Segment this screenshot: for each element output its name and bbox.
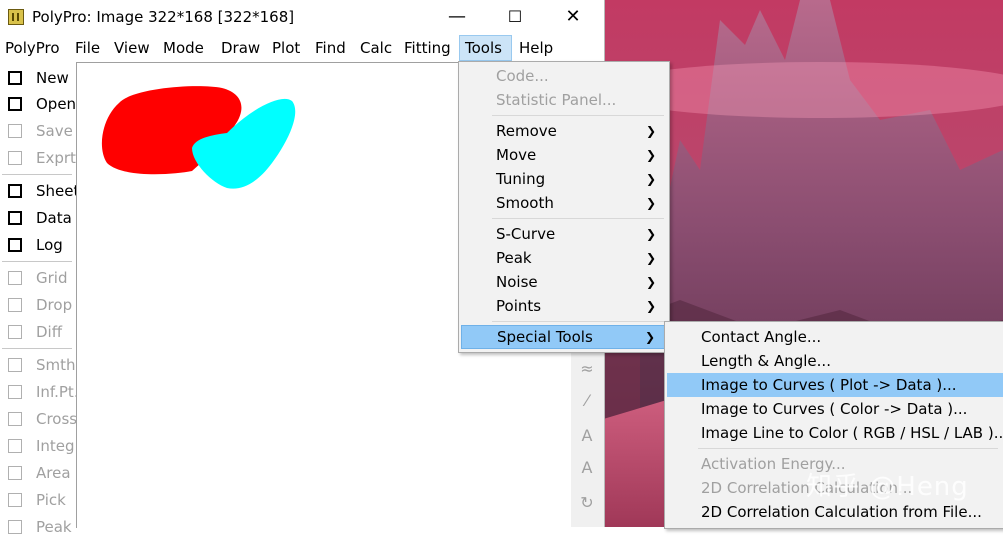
- menu-mode[interactable]: Mode: [158, 35, 209, 61]
- toolbar-smooth-button[interactable]: Smth: [4, 353, 76, 377]
- menu-item-peak[interactable]: Peak ❯: [461, 246, 666, 270]
- line-tool-icon[interactable]: ⁄: [576, 390, 598, 412]
- menu-help[interactable]: Help: [514, 35, 558, 61]
- minimize-button[interactable]: —: [434, 4, 480, 30]
- inflection-point-icon: [8, 385, 22, 399]
- menu-separator: [492, 115, 664, 116]
- curve-tool-icon[interactable]: ≈: [576, 358, 598, 380]
- chevron-right-icon: ❯: [644, 330, 655, 344]
- export-icon: [8, 151, 22, 165]
- chevron-right-icon: ❯: [645, 172, 656, 186]
- tools-dropdown-menu: Code... Statistic Panel... Remove ❯ Move ❯…: [458, 61, 670, 353]
- chevron-right-icon: ❯: [645, 275, 656, 289]
- menu-item-tuning[interactable]: Tuning ❯: [461, 167, 666, 191]
- menu-view[interactable]: View: [109, 35, 155, 61]
- rotate-tool-icon[interactable]: ↻: [576, 492, 598, 514]
- watermark: 知乎 @Heng: [806, 472, 969, 502]
- menu-item-points[interactable]: Points ❯: [461, 294, 666, 318]
- menu-find[interactable]: Find: [310, 35, 351, 61]
- toolbar-cross-button[interactable]: Cross: [4, 407, 77, 431]
- menu-item-statistic-panel[interactable]: Statistic Panel...: [461, 88, 666, 112]
- open-folder-icon: [8, 97, 22, 111]
- toolbar-separator: [2, 348, 72, 349]
- submenu-item-image-line-to-color[interactable]: Image Line to Color ( RGB / HSL / LAB ).…: [667, 421, 1003, 445]
- pick-icon: [8, 493, 22, 507]
- chevron-right-icon: ❯: [645, 196, 656, 210]
- integral-icon: [8, 439, 22, 453]
- chevron-right-icon: ❯: [645, 299, 656, 313]
- menu-separator: [492, 218, 664, 219]
- menu-separator: [698, 448, 998, 449]
- text-down-tool-icon[interactable]: A: [576, 457, 598, 479]
- toolbar-separator: [2, 174, 72, 175]
- menu-plot[interactable]: Plot: [267, 35, 305, 61]
- toolbar-data-button[interactable]: Data: [4, 206, 74, 230]
- window-title: PolyPro: Image 322*168 [322*168]: [32, 8, 295, 26]
- menu-item-move[interactable]: Move ❯: [461, 143, 666, 167]
- toolbar-new-button[interactable]: New: [4, 66, 74, 90]
- menu-item-smooth[interactable]: Smooth ❯: [461, 191, 666, 215]
- toolbar-pick-button[interactable]: Pick: [4, 488, 74, 512]
- maximize-button[interactable]: ☐: [492, 4, 538, 30]
- drop-icon: [8, 298, 22, 312]
- toolbar-sheet-button[interactable]: Sheet: [4, 179, 79, 203]
- menu-separator: [492, 321, 664, 322]
- toolbar-save-button[interactable]: Save: [4, 119, 74, 143]
- menu-item-special-tools[interactable]: Special Tools ❯: [461, 325, 666, 349]
- menu-item-code[interactable]: Code...: [461, 64, 666, 88]
- menu-polypro[interactable]: PolyPro: [0, 35, 65, 61]
- toolbar-drop-button[interactable]: Drop: [4, 293, 74, 317]
- menu-item-noise[interactable]: Noise ❯: [461, 270, 666, 294]
- toolbar-open-button[interactable]: Open: [4, 92, 76, 116]
- toolbar-inflection-point-button[interactable]: Inf.Pt.: [4, 380, 79, 404]
- toolbar-export-button[interactable]: Exprt: [4, 146, 76, 170]
- menu-tools[interactable]: Tools: [459, 35, 512, 61]
- new-file-icon: [8, 71, 22, 85]
- submenu-item-2d-correlation-from-file[interactable]: 2D Correlation Calculation from File...: [667, 500, 1003, 524]
- toolbar-integ-button[interactable]: Integ: [4, 434, 75, 458]
- grid-icon: [8, 271, 22, 285]
- peak-icon: [8, 520, 22, 534]
- chevron-right-icon: ❯: [645, 227, 656, 241]
- menu-calc[interactable]: Calc: [355, 35, 397, 61]
- area-icon: [8, 466, 22, 480]
- toolbar-diff-button[interactable]: Diff: [4, 320, 74, 344]
- left-toolbar: New Open Save Exprt Sheet Data Log Grid …: [0, 62, 79, 536]
- submenu-item-image-to-curves-color[interactable]: Image to Curves ( Color -> Data )...: [667, 397, 1003, 421]
- chevron-right-icon: ❯: [645, 251, 656, 265]
- toolbar-area-button[interactable]: Area: [4, 461, 74, 485]
- menu-item-remove[interactable]: Remove ❯: [461, 119, 666, 143]
- save-icon: [8, 124, 22, 138]
- menu-draw[interactable]: Draw: [216, 35, 265, 61]
- close-button[interactable]: ✕: [550, 4, 596, 30]
- toolbar-grid-button[interactable]: Grid: [4, 266, 74, 290]
- log-icon: [8, 238, 22, 252]
- chevron-right-icon: ❯: [645, 124, 656, 138]
- menu-file[interactable]: File: [70, 35, 105, 61]
- submenu-item-contact-angle[interactable]: Contact Angle...: [667, 325, 1003, 349]
- toolbar-separator: [2, 261, 72, 262]
- chevron-right-icon: ❯: [645, 148, 656, 162]
- menu-bar: PolyPro File View Mode Draw Plot Find Ca…: [0, 35, 604, 61]
- smooth-icon: [8, 358, 22, 372]
- app-icon: [8, 9, 24, 25]
- menu-item-s-curve[interactable]: S-Curve ❯: [461, 222, 666, 246]
- title-bar: PolyPro: Image 322*168 [322*168] — ☐ ✕: [0, 0, 604, 34]
- toolbar-log-button[interactable]: Log: [4, 233, 74, 257]
- menu-fitting[interactable]: Fitting: [399, 35, 456, 61]
- sheet-icon: [8, 184, 22, 198]
- submenu-item-length-angle[interactable]: Length & Angle...: [667, 349, 1003, 373]
- submenu-item-image-to-curves-plot[interactable]: Image to Curves ( Plot -> Data )...: [667, 373, 1003, 397]
- data-table-icon: [8, 211, 22, 225]
- toolbar-peak-button[interactable]: Peak: [4, 515, 74, 539]
- diff-icon: [8, 325, 22, 339]
- text-up-tool-icon[interactable]: A: [576, 425, 598, 447]
- cross-icon: [8, 412, 22, 426]
